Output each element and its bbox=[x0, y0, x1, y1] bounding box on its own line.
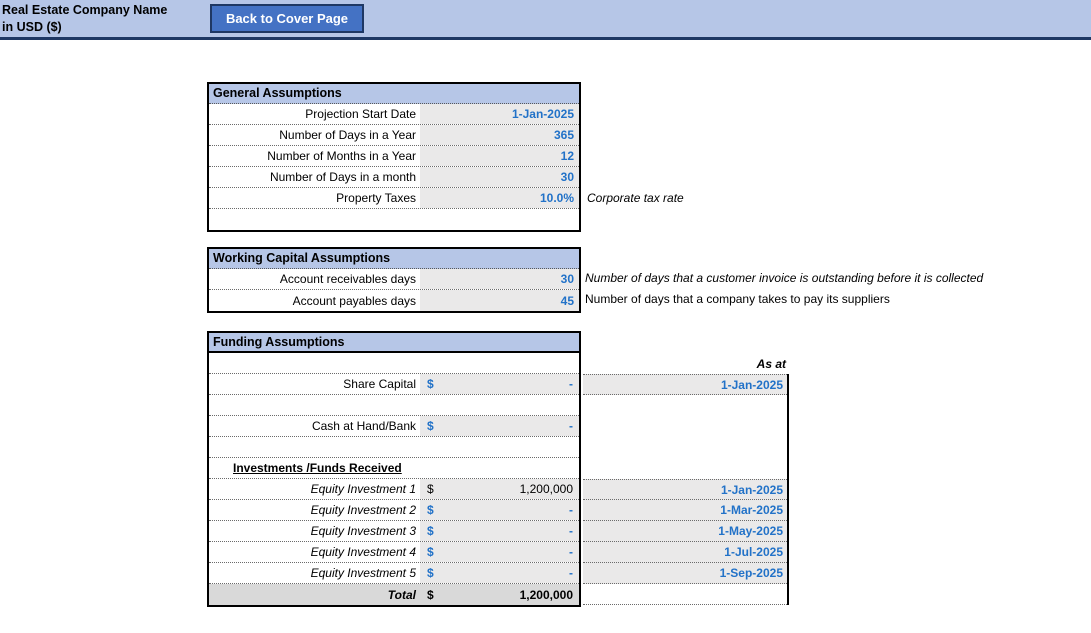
equity-1-date-cell[interactable]: 1-Jan-2025 bbox=[583, 479, 787, 500]
empty-cell bbox=[209, 395, 420, 415]
equity-investment-3-cell[interactable]: $ - bbox=[420, 521, 579, 541]
row-label: Share Capital bbox=[209, 374, 420, 394]
working-capital-title: Working Capital Assumptions bbox=[209, 249, 579, 269]
dollar-symbol: $ bbox=[427, 545, 434, 559]
date-column-empty-cell bbox=[583, 584, 787, 605]
table-row: Cash at Hand/Bank $ - bbox=[209, 416, 579, 437]
cell-value: 1,200,000 bbox=[520, 482, 573, 496]
share-capital-date-cell[interactable]: 1-Jan-2025 bbox=[583, 374, 787, 395]
equity-investment-2-cell[interactable]: $ - bbox=[420, 500, 579, 520]
equity-4-date-cell[interactable]: 1-Jul-2025 bbox=[583, 542, 787, 563]
dollar-symbol: $ bbox=[427, 419, 434, 433]
dollar-symbol: $ bbox=[427, 588, 434, 602]
row-label: Number of Months in a Year bbox=[209, 146, 420, 166]
table-row: Projection Start Date 1-Jan-2025 bbox=[209, 104, 579, 125]
equity-investment-5-cell[interactable]: $ - bbox=[420, 563, 579, 583]
equity-investment-1-cell[interactable]: $ 1,200,000 bbox=[420, 479, 579, 499]
as-at-label: As at bbox=[583, 353, 786, 374]
empty-cell bbox=[209, 209, 420, 230]
funding-assumptions-title: Funding Assumptions bbox=[209, 333, 579, 353]
row-label: Equity Investment 4 bbox=[209, 542, 420, 562]
empty-row bbox=[209, 437, 579, 458]
months-in-year-cell[interactable]: 12 bbox=[420, 146, 579, 166]
dollar-symbol: $ bbox=[427, 566, 434, 580]
table-row: Equity Investment 1 $ 1,200,000 bbox=[209, 479, 579, 500]
equity-3-date-cell[interactable]: 1-May-2025 bbox=[583, 521, 787, 542]
back-to-cover-button[interactable]: Back to Cover Page bbox=[210, 4, 364, 33]
row-label: Equity Investment 3 bbox=[209, 521, 420, 541]
share-capital-cell[interactable]: $ - bbox=[420, 374, 579, 394]
empty-row bbox=[209, 209, 579, 230]
cell-value: - bbox=[569, 545, 573, 559]
general-assumptions-table: General Assumptions Projection Start Dat… bbox=[207, 82, 581, 232]
table-row: Property Taxes 10.0% bbox=[209, 188, 579, 209]
table-row: Equity Investment 5 $ - bbox=[209, 563, 579, 584]
total-row: Total $ 1,200,000 bbox=[209, 584, 579, 605]
table-row: Account payables days 45 bbox=[209, 290, 579, 311]
cash-at-hand-cell[interactable]: $ - bbox=[420, 416, 579, 436]
investments-header: Investments /Funds Received bbox=[209, 458, 579, 478]
receivable-days-note: Number of days that a customer invoice i… bbox=[585, 268, 983, 289]
equity-5-date-cell[interactable]: 1-Sep-2025 bbox=[583, 563, 787, 584]
equity-investment-4-cell[interactable]: $ - bbox=[420, 542, 579, 562]
cell-value: - bbox=[569, 419, 573, 433]
table-row: Number of Days in a month 30 bbox=[209, 167, 579, 188]
table-row: Equity Investment 2 $ - bbox=[209, 500, 579, 521]
cell-value: 1,200,000 bbox=[520, 588, 573, 602]
cell-value: - bbox=[569, 524, 573, 538]
empty-row bbox=[209, 353, 579, 374]
funding-assumptions-table: Funding Assumptions Share Capital $ - Ca… bbox=[207, 331, 581, 607]
general-assumptions-title: General Assumptions bbox=[209, 84, 579, 104]
table-row: Share Capital $ - bbox=[209, 374, 579, 395]
equity-2-date-cell[interactable]: 1-Mar-2025 bbox=[583, 500, 787, 521]
cell-value: - bbox=[569, 377, 573, 391]
row-label: Equity Investment 2 bbox=[209, 500, 420, 520]
row-label: Number of Days in a month bbox=[209, 167, 420, 187]
property-taxes-note: Corporate tax rate bbox=[587, 188, 684, 209]
cell-value: - bbox=[569, 503, 573, 517]
table-row: Number of Months in a Year 12 bbox=[209, 146, 579, 167]
projection-start-date-cell[interactable]: 1-Jan-2025 bbox=[420, 104, 579, 124]
empty-cell bbox=[420, 395, 579, 415]
receivable-days-cell[interactable]: 30 bbox=[420, 269, 579, 289]
cell-value: - bbox=[569, 566, 573, 580]
property-taxes-cell[interactable]: 10.0% bbox=[420, 188, 579, 208]
empty-row bbox=[209, 395, 579, 416]
row-label: Equity Investment 1 bbox=[209, 479, 420, 499]
payable-days-note: Number of days that a company takes to p… bbox=[585, 289, 890, 310]
dollar-symbol: $ bbox=[427, 377, 434, 391]
row-label: Account receivables days bbox=[209, 269, 420, 289]
days-in-month-cell[interactable]: 30 bbox=[420, 167, 579, 187]
table-row: Number of Days in a Year 365 bbox=[209, 125, 579, 146]
row-label: Equity Investment 5 bbox=[209, 563, 420, 583]
row-label: Projection Start Date bbox=[209, 104, 420, 124]
table-row: Equity Investment 3 $ - bbox=[209, 521, 579, 542]
empty-cell bbox=[209, 437, 420, 457]
currency-note: in USD ($) bbox=[2, 19, 167, 36]
dollar-symbol: $ bbox=[427, 524, 434, 538]
table-row: Equity Investment 4 $ - bbox=[209, 542, 579, 563]
row-label: Property Taxes bbox=[209, 188, 420, 208]
title-block: Real Estate Company Name in USD ($) bbox=[2, 2, 167, 36]
working-capital-table: Working Capital Assumptions Account rece… bbox=[207, 247, 581, 313]
row-label: Cash at Hand/Bank bbox=[209, 416, 420, 436]
table-row: Account receivables days 30 bbox=[209, 269, 579, 290]
row-label: Account payables days bbox=[209, 290, 420, 311]
date-column-right-border bbox=[787, 374, 789, 605]
empty-cell bbox=[420, 209, 579, 230]
empty-cell bbox=[420, 353, 579, 373]
top-band: Real Estate Company Name in USD ($) Back… bbox=[0, 0, 1091, 40]
investments-header-row: Investments /Funds Received bbox=[209, 458, 579, 479]
company-name: Real Estate Company Name bbox=[2, 2, 167, 19]
row-label: Number of Days in a Year bbox=[209, 125, 420, 145]
payable-days-cell[interactable]: 45 bbox=[420, 290, 579, 311]
empty-cell bbox=[209, 353, 420, 373]
total-value-cell: $ 1,200,000 bbox=[420, 584, 579, 605]
total-label: Total bbox=[209, 584, 420, 605]
days-in-year-cell[interactable]: 365 bbox=[420, 125, 579, 145]
dollar-symbol: $ bbox=[427, 482, 434, 496]
empty-cell bbox=[420, 437, 579, 457]
dollar-symbol: $ bbox=[427, 503, 434, 517]
spreadsheet-page: Real Estate Company Name in USD ($) Back… bbox=[0, 0, 1091, 633]
